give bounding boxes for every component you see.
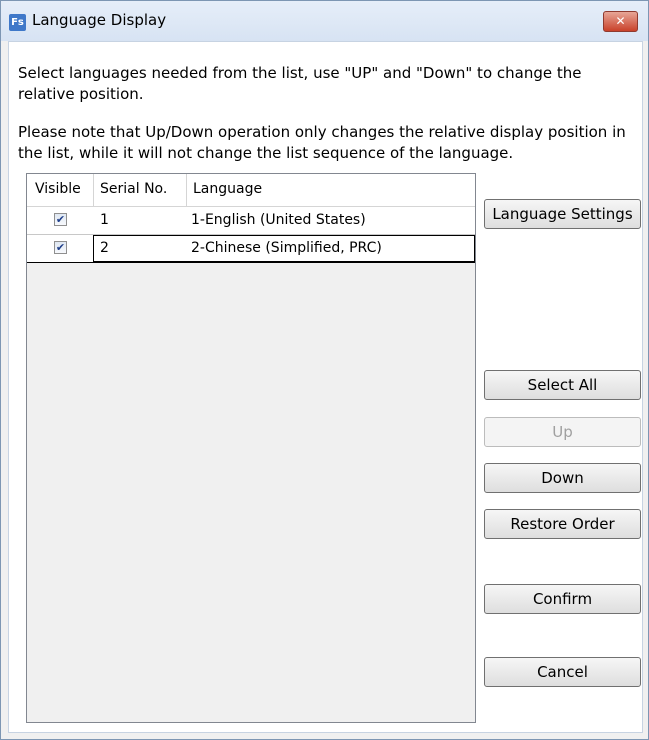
title-bar[interactable]: Fs Language Display ✕ [1, 1, 648, 41]
language-grid[interactable]: Visible Serial No. Language ✔ 1 1-Englis… [26, 173, 476, 723]
visible-checkbox[interactable]: ✔ [54, 241, 67, 254]
window-title: Language Display [32, 11, 167, 29]
down-button[interactable]: Down [484, 463, 641, 493]
serial-cell: 1 [100, 212, 109, 228]
select-all-button[interactable]: Select All [484, 370, 641, 400]
table-row[interactable]: ✔ 2 2-Chinese (Simplified, PRC) [27, 235, 475, 263]
table-row[interactable]: ✔ 1 1-English (United States) [27, 207, 475, 235]
column-divider [186, 174, 187, 206]
cancel-button[interactable]: Cancel [484, 657, 641, 687]
language-display-dialog: Fs Language Display ✕ Select languages n… [0, 0, 649, 740]
column-header-serial-no[interactable]: Serial No. [100, 181, 167, 197]
visible-checkbox[interactable]: ✔ [54, 213, 67, 226]
language-cell: 2-Chinese (Simplified, PRC) [191, 240, 382, 256]
column-divider [93, 174, 94, 206]
language-cell: 1-English (United States) [191, 212, 366, 228]
confirm-button[interactable]: Confirm [484, 584, 641, 614]
language-settings-button[interactable]: Language Settings [484, 199, 641, 229]
serial-cell: 2 [100, 240, 109, 256]
grid-header: Visible Serial No. Language [27, 174, 475, 207]
close-button[interactable]: ✕ [603, 11, 638, 32]
restore-order-button[interactable]: Restore Order [484, 509, 641, 539]
column-header-language[interactable]: Language [193, 181, 262, 197]
column-header-visible[interactable]: Visible [35, 181, 81, 197]
app-icon: Fs [9, 14, 26, 31]
up-button[interactable]: Up [484, 417, 641, 447]
instruction-text-2: Please note that Up/Down operation only … [18, 123, 626, 162]
instruction-text-1: Select languages needed from the list, u… [18, 64, 582, 103]
